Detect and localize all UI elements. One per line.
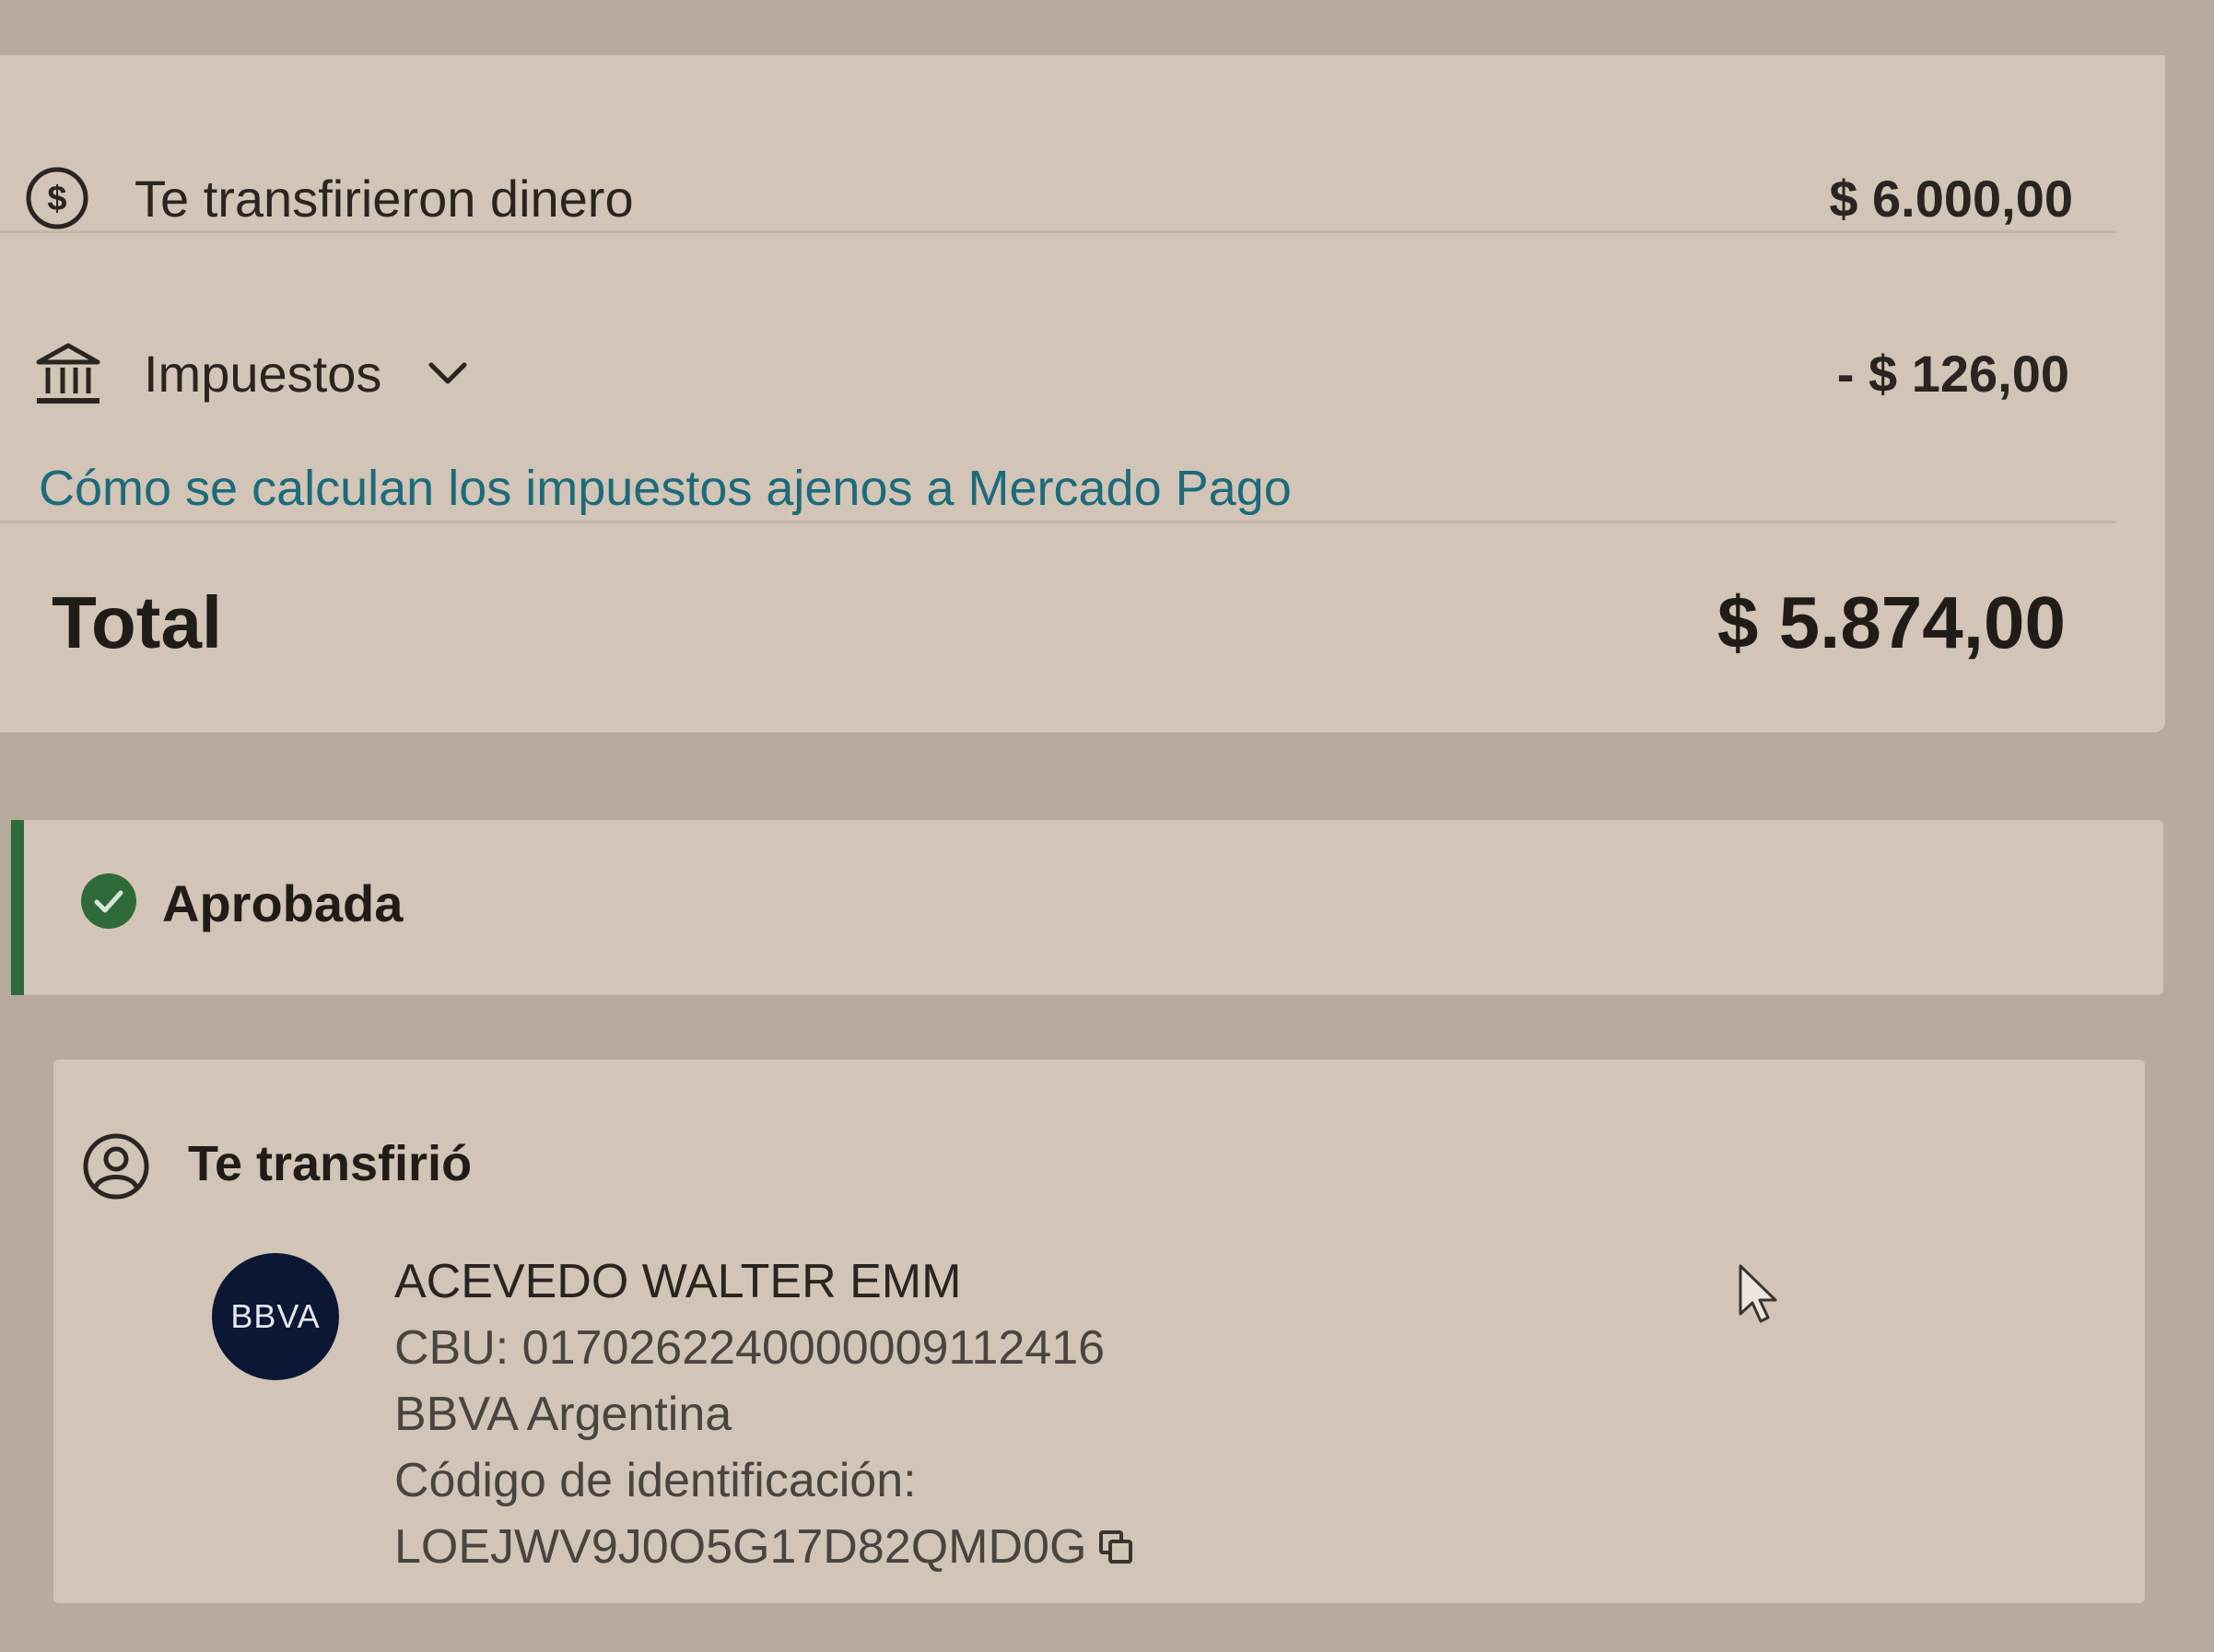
bank-building-icon: [33, 338, 103, 408]
taxes-amount: - $ 126,00: [1836, 344, 2069, 403]
sender-id-label: Código de identificación:: [394, 1454, 917, 1507]
person-circle-icon: [81, 1131, 151, 1206]
divider: [0, 521, 2116, 523]
sender-cbu: CBU: 0170262240000009112416: [394, 1321, 1106, 1375]
sender-name: ACEVEDO WALTER EMM: [394, 1255, 962, 1308]
sender-title: Te transfirió: [188, 1136, 473, 1191]
sender-details: ACEVEDO WALTER EMM CBU: 0170262240000009…: [394, 1248, 1134, 1580]
svg-text:$: $: [47, 180, 66, 218]
sender-bank-name: BBVA Argentina: [394, 1388, 732, 1441]
bank-logo: BBVA: [212, 1253, 339, 1380]
sender-id-row: LOEJWV9J0O5G17D82QMD0G: [394, 1514, 1134, 1580]
status-accent-bar: [11, 820, 24, 995]
mouse-cursor-icon: [1737, 1262, 1783, 1331]
chevron-down-icon[interactable]: [426, 359, 470, 387]
summary-card: $ Te transfirieron dinero $ 6.000,00 Imp…: [0, 55, 2165, 732]
help-row: Cómo se calculan los impuestos ajenos a …: [0, 447, 2165, 530]
status-card: Aprobada: [11, 820, 2163, 995]
check-circle-icon: [79, 872, 138, 935]
copy-icon[interactable]: [1097, 1529, 1134, 1565]
credit-amount: $ 6.000,00: [1829, 169, 2073, 228]
status-label: Aprobada: [162, 874, 404, 932]
total-label: Total: [52, 581, 223, 663]
sender-id-code: LOEJWV9J0O5G17D82QMD0G: [394, 1520, 1087, 1574]
credit-label: Te transfirieron dinero: [135, 169, 634, 228]
total-amount: $ 5.874,00: [1716, 581, 2066, 663]
taxes-row[interactable]: Impuestos - $ 126,00: [0, 304, 2165, 442]
divider: [0, 230, 2116, 233]
dollar-circle-icon: $: [24, 165, 90, 231]
taxes-label[interactable]: Impuestos: [144, 344, 381, 404]
taxes-help-link[interactable]: Cómo se calculan los impuestos ajenos a …: [39, 460, 1292, 517]
credit-row: $ Te transfirieron dinero $ 6.000,00: [0, 111, 2165, 286]
sender-card: Te transfirió BBVA ACEVEDO WALTER EMM CB…: [53, 1060, 2145, 1603]
